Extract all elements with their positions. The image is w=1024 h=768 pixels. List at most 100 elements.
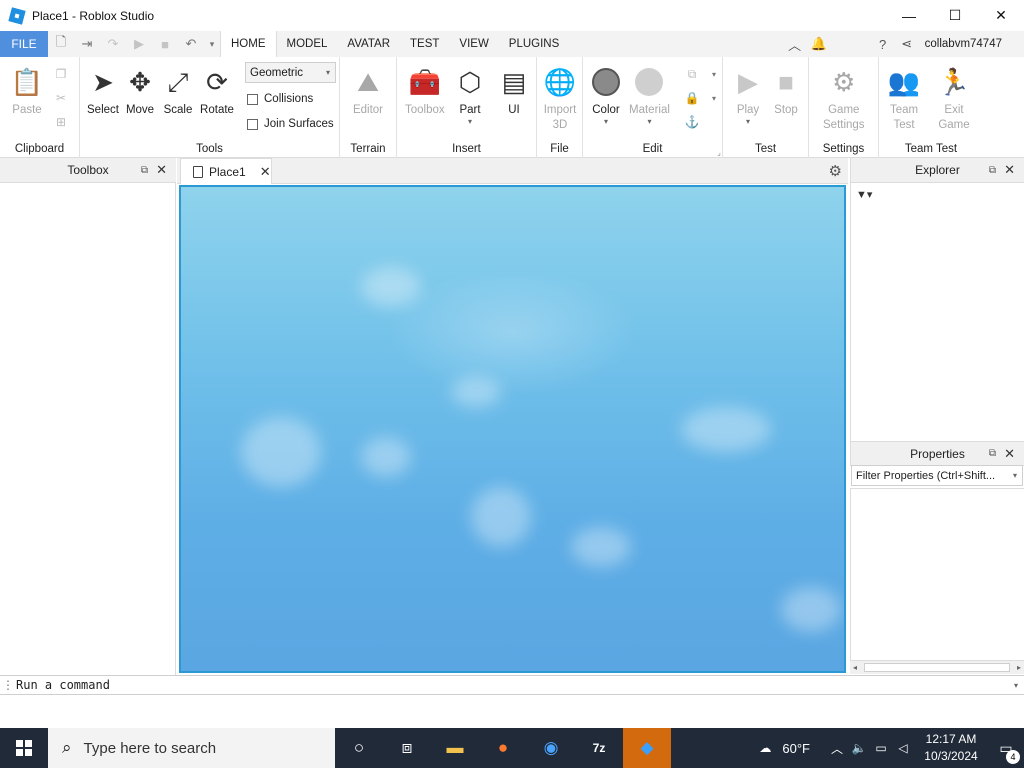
username-label[interactable]: collabvm74747 xyxy=(925,38,1002,50)
terrain-editor-button[interactable]: ⛰ Editor xyxy=(351,65,385,118)
scroll-left-icon[interactable]: ◂ xyxy=(853,661,857,674)
team-test-icon: 👥 xyxy=(887,67,921,97)
scroll-right-icon[interactable]: ▸ xyxy=(1017,661,1021,674)
toolbox-button[interactable]: 🧰 Toolbox xyxy=(405,65,445,118)
part-button[interactable]: ⬡ Part ▾ xyxy=(453,65,487,126)
edit-group: Color ▾ Material ▾ ⧉ 🔒 ⚓ ▾ ▾ Edit xyxy=(583,57,723,158)
share-icon[interactable]: ⋖ xyxy=(895,36,919,52)
tab-avatar[interactable]: AVATAR xyxy=(337,31,400,57)
cut-icon[interactable]: ✂ xyxy=(52,89,70,107)
pin-icon[interactable]: ⧉ xyxy=(989,448,996,459)
chrome-icon[interactable]: ◉ xyxy=(527,728,575,768)
play-button[interactable]: ▶ Play ▾ xyxy=(731,65,765,126)
gear-icon[interactable]: ⚙ xyxy=(829,162,842,180)
redo-icon[interactable]: ↷ xyxy=(100,31,126,57)
file-menu-button[interactable]: FILE xyxy=(0,31,48,57)
group-label-edit: Edit xyxy=(642,143,663,155)
play-icon[interactable]: ▶ xyxy=(126,31,152,57)
firefox-icon[interactable]: ● xyxy=(479,728,527,768)
start-button[interactable] xyxy=(0,728,48,768)
tab-home[interactable]: HOME xyxy=(220,31,277,57)
collisions-checkbox[interactable]: Collisions xyxy=(247,93,313,105)
quick-access-dropdown-icon[interactable]: ▾ xyxy=(204,31,220,57)
window-controls: — ☐ ✕ xyxy=(886,0,1024,31)
7zip-icon[interactable]: 7z xyxy=(575,728,623,768)
duplicate-icon[interactable]: ⊞ xyxy=(52,113,70,131)
cortana-icon[interactable]: ○ xyxy=(335,728,383,768)
minimize-button[interactable]: — xyxy=(886,0,932,31)
copy-icon[interactable]: ❐ xyxy=(52,65,70,83)
color-button[interactable]: Color ▾ xyxy=(589,65,623,126)
filter-icon[interactable]: ▼▾ xyxy=(856,188,872,201)
transform-mode-select[interactable]: Geometric ▾ xyxy=(245,62,336,83)
network-icon[interactable]: ▭ xyxy=(870,741,892,755)
pin-icon[interactable]: ⧉ xyxy=(989,165,996,176)
task-view-icon[interactable]: ⧈ xyxy=(383,728,431,768)
chevron-down-icon[interactable]: ▾ xyxy=(705,89,723,107)
group-icon[interactable]: ⧉ xyxy=(683,65,701,83)
notification-center-icon[interactable]: ▭ 4 xyxy=(988,740,1024,764)
pin-icon[interactable]: ⧉ xyxy=(141,165,148,176)
join-surfaces-checkbox[interactable]: Join Surfaces xyxy=(247,118,334,130)
gear-icon: ⚙ xyxy=(832,67,856,97)
collapse-ribbon-icon[interactable]: ︿ xyxy=(783,35,807,54)
chevron-down-icon: ▾ xyxy=(1012,471,1017,480)
team-test-button[interactable]: 👥 Team Test xyxy=(887,65,921,133)
stop-button[interactable]: ■ Stop xyxy=(769,65,803,118)
lock-icon[interactable]: 🔒 xyxy=(683,89,701,107)
group-label-test: Test xyxy=(754,143,777,155)
publish-icon[interactable]: ⇥ xyxy=(74,31,100,57)
close-icon[interactable]: ✕ xyxy=(1004,162,1015,178)
tab-model[interactable]: MODEL xyxy=(277,31,338,57)
new-file-icon[interactable]: 🗋 xyxy=(48,31,74,57)
clock[interactable]: 12:17 AM 10/3/2024 xyxy=(914,731,988,765)
undo-icon[interactable]: ↶ xyxy=(178,31,204,57)
speaker-icon[interactable]: ◁ xyxy=(892,741,914,755)
tab-place1[interactable]: Place1 ✕ xyxy=(180,158,272,184)
file-group: 🌐 Import 3D File xyxy=(537,57,583,158)
ui-window-icon: ▤ xyxy=(501,67,527,97)
scrollbar-thumb[interactable] xyxy=(864,663,1010,672)
ui-button[interactable]: ▤ UI xyxy=(497,65,531,118)
command-bar[interactable]: ⋮ Run a command ▾ xyxy=(0,675,1024,695)
3d-viewport[interactable] xyxy=(179,185,846,673)
menu-tab-row: FILE 🗋 ⇥ ↷ ▶ ■ ↶ ▾ HOME MODEL AVATAR TES… xyxy=(0,31,1024,57)
weather-cloud-icon[interactable]: ☁ xyxy=(754,741,776,755)
command-input[interactable]: Run a command xyxy=(16,678,110,692)
close-icon[interactable]: ✕ xyxy=(1004,446,1015,462)
tab-view[interactable]: VIEW xyxy=(449,31,498,57)
filter-properties-input[interactable]: Filter Properties (Ctrl+Shift... ▾ xyxy=(851,465,1023,486)
grip-icon: ⋮ xyxy=(2,678,14,692)
stop-icon[interactable]: ■ xyxy=(152,31,178,57)
select-button[interactable]: ➤ Select xyxy=(86,65,120,118)
roblox-studio-taskbar-icon[interactable]: ◆ xyxy=(623,728,671,768)
exit-game-button[interactable]: 🏃 Exit Game xyxy=(937,65,971,133)
file-explorer-icon[interactable]: ▬ xyxy=(431,728,479,768)
scale-button[interactable]: ⤢ Scale xyxy=(161,65,195,118)
tab-test[interactable]: TEST xyxy=(400,31,449,57)
toolbox-panel xyxy=(0,183,176,675)
chevron-down-icon[interactable]: ▾ xyxy=(1014,681,1018,690)
settings-group: ⚙ Game Settings Settings xyxy=(809,57,879,158)
close-icon[interactable]: ✕ xyxy=(260,164,271,180)
taskbar-search-box[interactable]: ⌕ Type here to search xyxy=(48,728,335,768)
maximize-button[interactable]: ☐ xyxy=(932,0,978,31)
horizontal-scrollbar[interactable]: ◂ ▸ xyxy=(850,660,1024,674)
material-button[interactable]: Material ▾ xyxy=(629,65,670,126)
move-button[interactable]: ✥ Move xyxy=(123,65,157,118)
rotate-button[interactable]: ⟳ Rotate xyxy=(200,65,234,118)
paste-button[interactable]: 📋 Paste xyxy=(10,65,44,118)
chevron-down-icon[interactable]: ▾ xyxy=(705,65,723,83)
weather-temperature[interactable]: 60°F xyxy=(782,741,810,756)
chevron-up-icon[interactable]: ︿ xyxy=(826,740,848,757)
game-settings-button[interactable]: ⚙ Game Settings xyxy=(823,65,865,133)
help-icon[interactable]: ? xyxy=(871,37,895,52)
anchor-icon[interactable]: ⚓ xyxy=(683,113,701,131)
close-button[interactable]: ✕ xyxy=(978,0,1024,31)
close-icon[interactable]: ✕ xyxy=(156,162,167,178)
import-3d-button[interactable]: 🌐 Import 3D xyxy=(543,65,577,133)
notifications-bell-icon[interactable]: 🔔 xyxy=(807,36,831,52)
chevron-down-icon: ▾ xyxy=(647,117,652,126)
tab-plugins[interactable]: PLUGINS xyxy=(499,31,570,57)
volume-muted-icon[interactable]: 🔈 xyxy=(848,741,870,755)
